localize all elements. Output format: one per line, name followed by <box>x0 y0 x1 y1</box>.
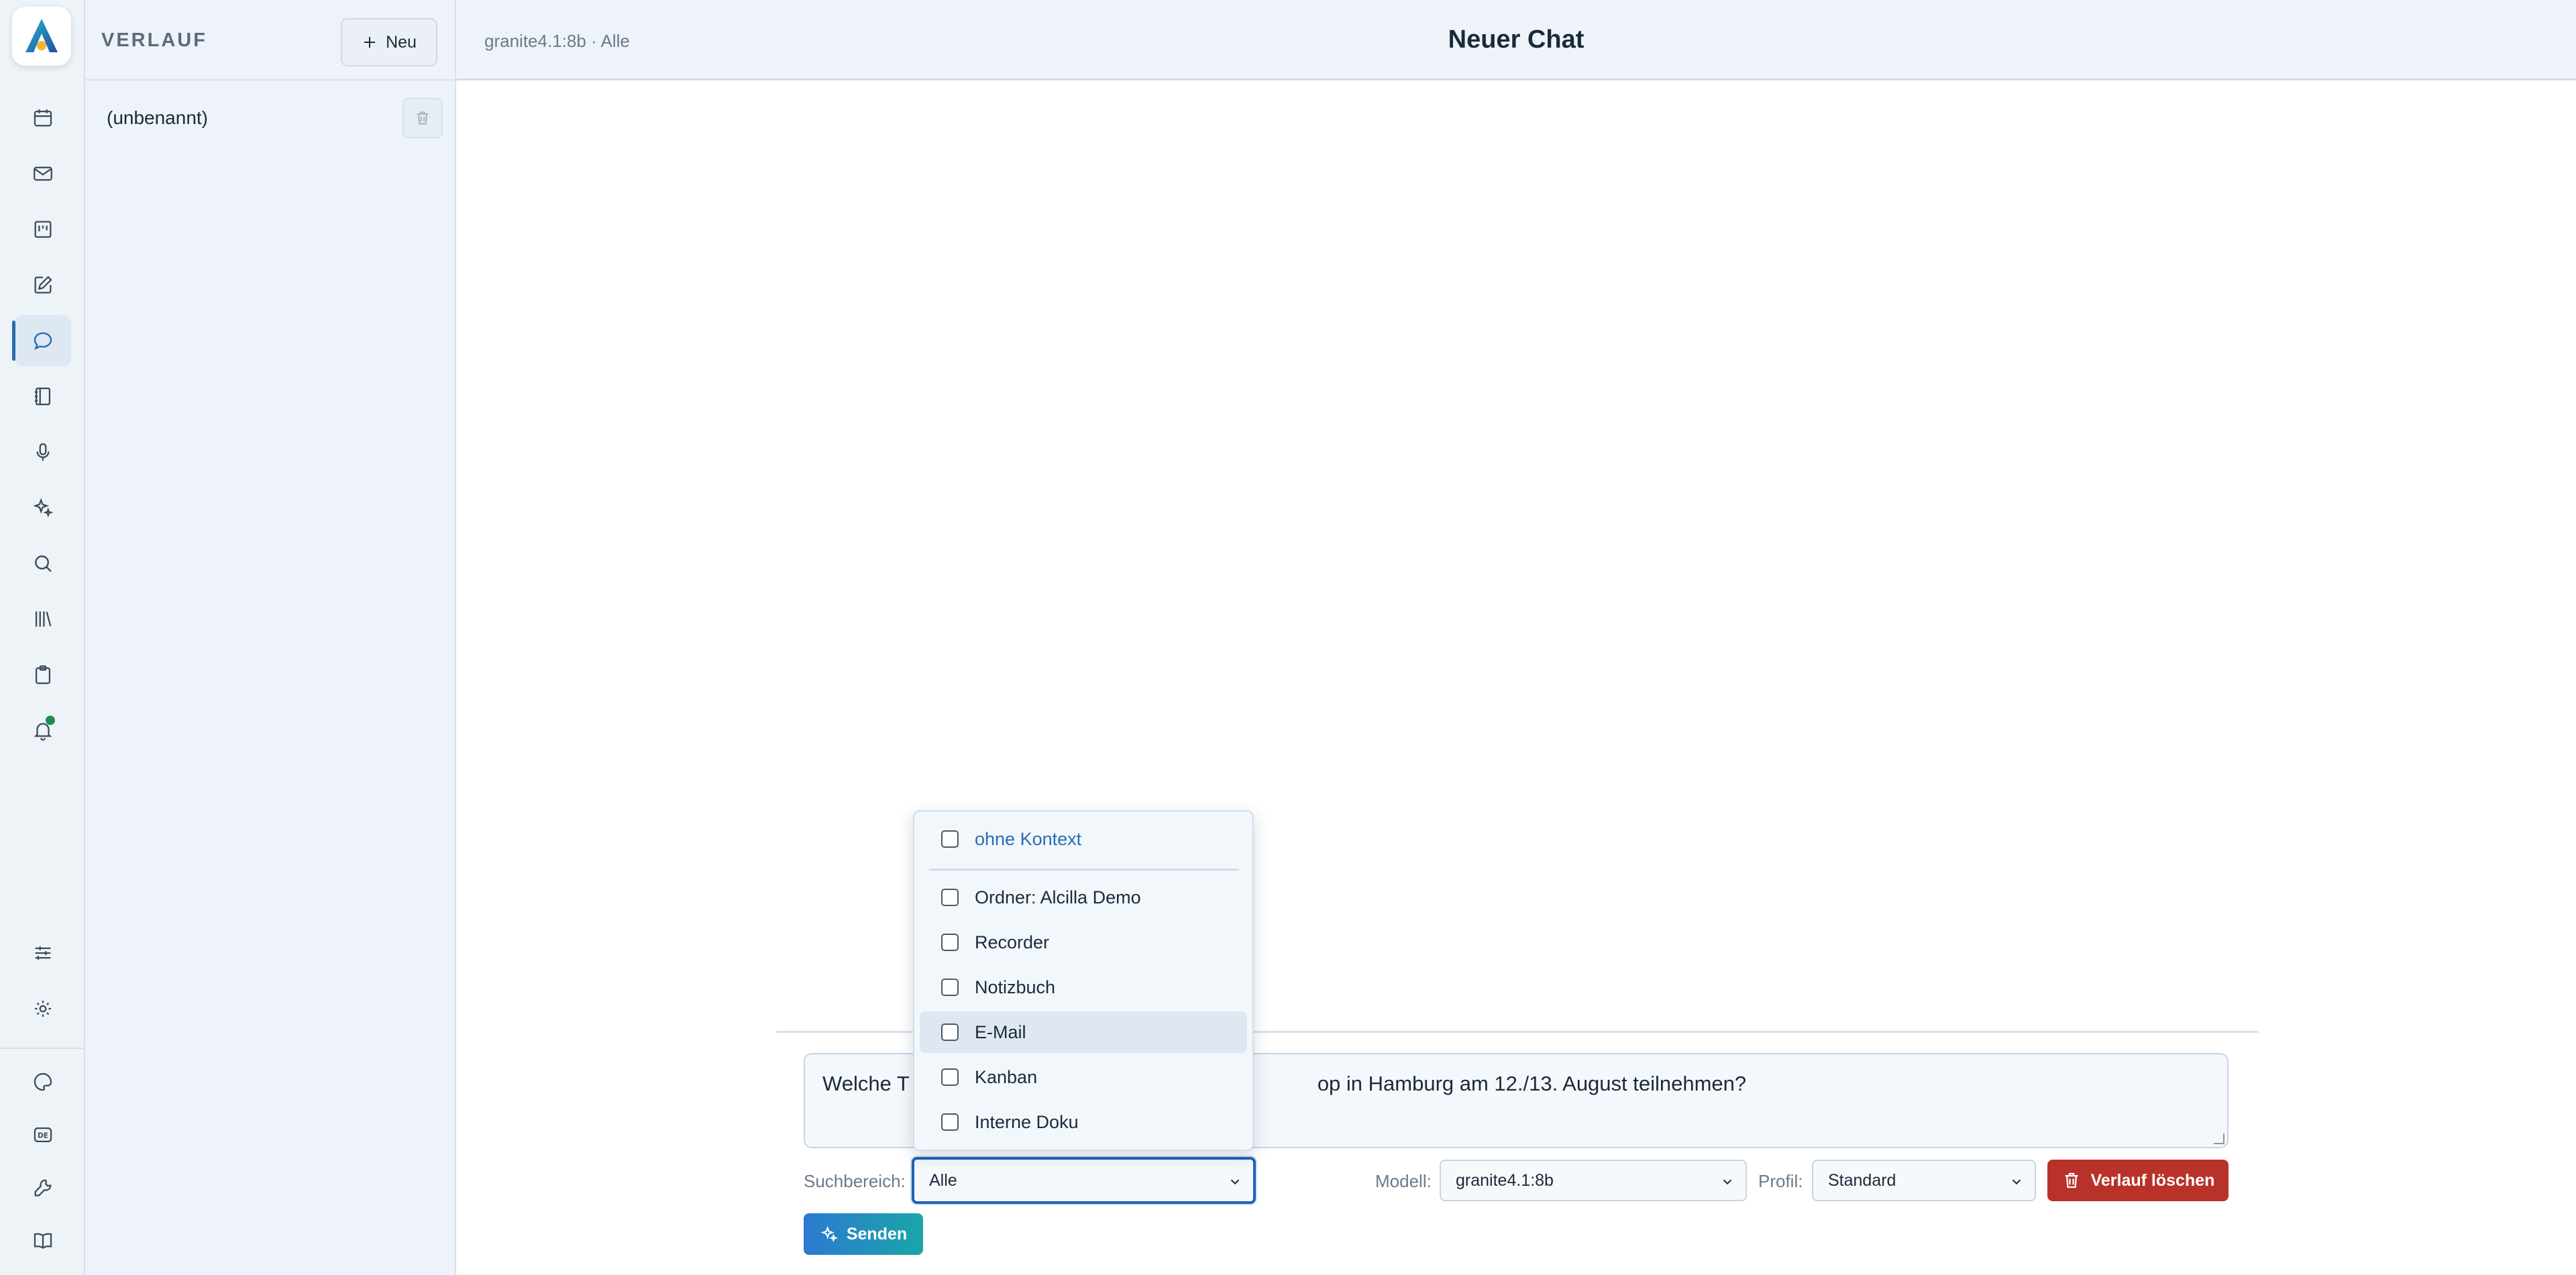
app-logo[interactable] <box>12 7 71 66</box>
scope-option-label: Kanban <box>975 1066 1038 1087</box>
rail-language[interactable]: DE <box>15 1109 71 1160</box>
profile-label: Profil: <box>1758 1171 1803 1191</box>
chevron-down-icon <box>1723 1179 1732 1185</box>
sparkles-icon <box>33 498 54 518</box>
rail-theme[interactable] <box>15 1056 71 1107</box>
profile-select-value: Standard <box>1828 1170 1896 1190</box>
rail-kanban[interactable] <box>15 204 71 255</box>
scope-option-email[interactable]: E-Mail <box>920 1011 1247 1053</box>
app-rail: DE <box>0 0 85 1275</box>
mail-icon <box>34 166 52 181</box>
scope-option-label: Recorder <box>975 932 1050 952</box>
rail-notifications[interactable] <box>15 705 71 756</box>
chat-header: granite4.1:8b · Alle Neuer Chat <box>456 0 2576 80</box>
checkbox[interactable] <box>941 1068 959 1086</box>
resize-handle[interactable] <box>2214 1133 2224 1144</box>
history-item[interactable]: (unbenannt) <box>99 97 443 140</box>
calendar-icon <box>34 109 52 127</box>
book-icon <box>34 1233 52 1250</box>
microphone-icon <box>36 443 50 461</box>
clear-history-button[interactable]: Verlauf löschen <box>2047 1160 2229 1201</box>
history-title: VERLAUF <box>101 30 207 51</box>
checkbox[interactable] <box>941 830 959 848</box>
chevron-down-icon <box>2012 1179 2021 1185</box>
prompt-text-end: op in Hamburg am 12./13. August teilnehm… <box>1317 1072 1747 1095</box>
sparkles-icon <box>820 1225 838 1243</box>
chat-main: granite4.1:8b · Alle Neuer Chat Welche T… <box>456 0 2576 1275</box>
plus-icon <box>364 37 376 48</box>
notebook-icon <box>34 387 51 406</box>
send-button[interactable]: Senden <box>804 1213 923 1255</box>
history-item-label: (unbenannt) <box>107 107 209 128</box>
rail-library[interactable] <box>15 594 71 645</box>
logo-icon <box>25 19 58 52</box>
scope-option-notebook[interactable]: Notizbuch <box>920 966 1247 1008</box>
language-badge-text: DE <box>38 1131 48 1140</box>
new-chat-label: Neu <box>386 32 417 52</box>
model-label: Modell: <box>1375 1171 1432 1191</box>
scope-option-recorder[interactable]: Recorder <box>920 922 1247 963</box>
checkbox[interactable] <box>941 934 959 951</box>
delete-chat-button[interactable] <box>402 98 443 138</box>
checkbox[interactable] <box>941 1113 959 1131</box>
history-panel: VERLAUF Neu (unbenannt) <box>85 0 456 1275</box>
trash-icon <box>2065 1172 2078 1188</box>
rail-filters[interactable] <box>15 928 71 979</box>
notification-dot <box>46 716 55 725</box>
trash-icon <box>417 111 429 125</box>
rail-ai[interactable] <box>15 482 71 533</box>
clipboard-icon <box>35 665 51 684</box>
clear-history-label: Verlauf löschen <box>2090 1170 2215 1190</box>
rail-edit[interactable] <box>15 260 71 311</box>
scope-label: Suchbereich: <box>804 1171 906 1191</box>
rail-calendar[interactable] <box>15 93 71 144</box>
rail-tools[interactable] <box>15 1162 71 1213</box>
rail-docs[interactable] <box>15 1215 71 1266</box>
language-de-icon: DE <box>34 1127 52 1143</box>
rail-clipboard[interactable] <box>15 649 71 700</box>
scope-dropdown: ohne Kontext Ordner: Alcilla Demo Record… <box>913 810 1254 1151</box>
model-select-value: granite4.1:8b <box>1456 1170 1554 1190</box>
rail-settings[interactable] <box>15 983 71 1034</box>
rail-divider <box>0 1048 85 1049</box>
scope-option-no-context[interactable]: ohne Kontext <box>920 818 1247 860</box>
chat-icon <box>34 332 52 350</box>
rail-mail[interactable] <box>15 148 71 199</box>
prompt-text-start: Welche T <box>822 1072 910 1095</box>
send-label: Senden <box>846 1224 908 1243</box>
scope-option-kanban[interactable]: Kanban <box>920 1056 1247 1098</box>
rail-recorder[interactable] <box>15 427 71 478</box>
palette-icon <box>34 1072 52 1091</box>
checkbox[interactable] <box>941 1023 959 1041</box>
library-icon <box>35 611 52 627</box>
search-icon <box>35 555 52 572</box>
settings-icon <box>34 1000 52 1017</box>
profile-select[interactable]: Standard <box>1812 1160 2036 1201</box>
rail-search[interactable] <box>15 538 71 589</box>
scope-option-label: Notizbuch <box>975 977 1056 997</box>
history-header: VERLAUF Neu <box>85 0 455 80</box>
sliders-icon <box>35 946 51 960</box>
wrench-icon <box>34 1179 52 1197</box>
rail-chat[interactable] <box>12 315 71 366</box>
scope-select-current: Alle <box>929 1170 957 1190</box>
scope-option-label: ohne Kontext <box>975 828 1082 849</box>
edit-icon <box>34 276 52 294</box>
new-chat-button[interactable]: Neu <box>341 18 437 66</box>
rail-notebook[interactable] <box>15 371 71 422</box>
chevron-down-icon <box>1230 1179 1240 1185</box>
scope-option-internal-docs[interactable]: Interne Doku <box>920 1101 1247 1143</box>
page-title: Neuer Chat <box>1448 25 1585 54</box>
scope-option-label: Ordner: Alcilla Demo <box>975 887 1141 907</box>
checkbox[interactable] <box>941 979 959 996</box>
scope-option-label: Interne Doku <box>975 1111 1079 1132</box>
scope-option-label: E-Mail <box>975 1021 1026 1042</box>
checkbox[interactable] <box>941 889 959 906</box>
scope-select-box[interactable]: Alle <box>912 1157 1256 1204</box>
model-select[interactable]: granite4.1:8b <box>1440 1160 1747 1201</box>
scope-option-folder[interactable]: Ordner: Alcilla Demo <box>920 877 1247 918</box>
dropdown-divider <box>929 869 1239 871</box>
kanban-icon <box>34 221 52 238</box>
